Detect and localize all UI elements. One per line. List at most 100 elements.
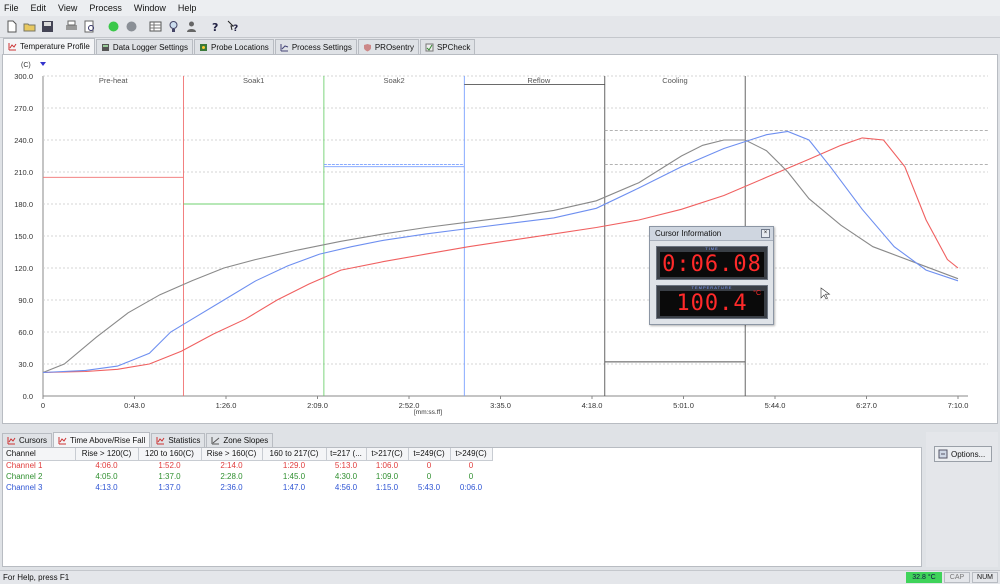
user-icon[interactable] bbox=[183, 19, 199, 35]
column-header[interactable]: Rise > 120(C) bbox=[75, 448, 139, 461]
tab-label: Cursors bbox=[19, 436, 48, 445]
tab-process-settings[interactable]: Process Settings bbox=[274, 39, 357, 54]
right-side-panel: Options... bbox=[926, 432, 998, 567]
logger-icon bbox=[101, 43, 109, 51]
options-icon bbox=[938, 449, 948, 459]
tab-cursors[interactable]: Cursors bbox=[2, 433, 53, 447]
column-header[interactable]: 160 to 217(C) bbox=[262, 448, 327, 461]
chart-icon bbox=[58, 436, 67, 444]
temperature-value: 100.4 bbox=[660, 291, 764, 316]
table-row[interactable]: Channel 1 4:06.0 1:52.0 2:14.0 1:29.0 5:… bbox=[3, 460, 492, 471]
y-tick-label: 60.0 bbox=[18, 328, 33, 337]
status-help-text: For Help, press F1 bbox=[3, 573, 70, 582]
column-header[interactable]: t>217(C) bbox=[366, 448, 409, 461]
y-axis-label: (C) bbox=[21, 62, 31, 69]
temperature-profile-chart[interactable]: 0.0 30.0 60.0 90.0 120.0 150.0 180.0 210.0 240.0… bbox=[2, 54, 998, 424]
chart-icon bbox=[156, 437, 165, 445]
zone-label: Soak2 bbox=[383, 76, 404, 85]
table-cell: Channel 3 bbox=[6, 483, 43, 492]
table-cell: 2:28.0 bbox=[220, 472, 243, 481]
table-cell: 0:06.0 bbox=[459, 483, 483, 492]
menu-view[interactable]: View bbox=[58, 3, 77, 13]
close-icon[interactable]: × bbox=[761, 229, 770, 238]
tab-spcheck[interactable]: SPCheck bbox=[419, 39, 476, 54]
table-cell: 1:15.0 bbox=[375, 483, 399, 492]
column-header[interactable]: 120 to 160(C) bbox=[138, 448, 202, 461]
column-header[interactable]: t=217 (... bbox=[326, 448, 367, 461]
table-cell: Channel 2 bbox=[6, 472, 43, 481]
y-tick-label: 270.0 bbox=[14, 104, 33, 113]
series-line[interactable] bbox=[42, 139, 959, 374]
column-header[interactable]: t>249(C) bbox=[450, 448, 493, 461]
stop-icon[interactable] bbox=[123, 19, 139, 35]
board-icon bbox=[199, 43, 207, 51]
zone-label: Cooling bbox=[662, 76, 687, 85]
temperature-unit: °C bbox=[753, 290, 761, 297]
table-icon[interactable] bbox=[147, 19, 163, 35]
tab-label: Process Settings bbox=[291, 42, 352, 52]
tab-data-logger-settings[interactable]: Data Logger Settings bbox=[95, 39, 193, 54]
x-tick-label: 5:44.0 bbox=[765, 401, 786, 410]
series-line[interactable] bbox=[42, 130, 959, 374]
y-tick-label: 300.0 bbox=[14, 72, 33, 81]
menu-help[interactable]: Help bbox=[178, 3, 197, 13]
status-temperature: 32.8 °C bbox=[906, 572, 942, 583]
options-button[interactable]: Options... bbox=[934, 446, 992, 462]
column-header[interactable]: Rise > 160(C) bbox=[201, 448, 263, 461]
tab-label: Data Logger Settings bbox=[112, 42, 188, 52]
table-row[interactable]: Channel 3 4:13.0 1:37.0 2:36.0 1:47.0 4:… bbox=[3, 482, 492, 493]
y-tick-label: 210.0 bbox=[14, 168, 33, 177]
check-icon bbox=[425, 43, 434, 51]
table-cell: 5:13.0 bbox=[334, 461, 358, 471]
y-tick-label: 120.0 bbox=[14, 264, 33, 273]
table-cell: 2:14.0 bbox=[220, 461, 243, 471]
new-icon[interactable] bbox=[3, 19, 19, 35]
table-cell: 4:05.0 bbox=[95, 472, 118, 481]
chart-canvas[interactable]: 0.0 30.0 60.0 90.0 120.0 150.0 180.0 210.0 240.0… bbox=[3, 55, 997, 423]
open-icon[interactable] bbox=[21, 19, 37, 35]
sort-arrow-icon[interactable] bbox=[40, 62, 46, 66]
x-tick-label: 3:35.0 bbox=[490, 401, 511, 410]
print-icon[interactable] bbox=[63, 19, 79, 35]
x-tick-label: 6:27.0 bbox=[856, 401, 877, 410]
tab-temperature-profile[interactable]: Temperature Profile bbox=[3, 38, 95, 54]
toolbar: ? ? bbox=[0, 16, 1000, 38]
app-window: File Edit View Process Window Help ? ? T… bbox=[0, 0, 1000, 584]
dialog-title: Cursor Information bbox=[655, 229, 722, 238]
tab-prosentry[interactable]: PROsentry bbox=[357, 39, 419, 54]
context-help-icon[interactable]: ? bbox=[225, 19, 241, 35]
series-line[interactable] bbox=[42, 137, 959, 374]
temperature-number: 100.4 bbox=[676, 291, 748, 316]
chart-icon bbox=[8, 43, 17, 51]
tab-statistics[interactable]: Statistics bbox=[151, 433, 206, 447]
temperature-label: TEMPERATURE bbox=[691, 285, 733, 290]
tab-zone-slopes[interactable]: Zone Slopes bbox=[206, 433, 274, 447]
save-icon[interactable] bbox=[39, 19, 55, 35]
x-tick-label: 0:43.0 bbox=[124, 401, 145, 410]
tab-label: PROsentry bbox=[374, 42, 414, 52]
zone-label: Soak1 bbox=[243, 76, 264, 85]
tab-label: SPCheck bbox=[436, 42, 471, 52]
run-green-icon[interactable] bbox=[105, 19, 121, 35]
print-preview-icon[interactable] bbox=[81, 19, 97, 35]
menu-process[interactable]: Process bbox=[89, 3, 122, 13]
table-cell: 0 bbox=[426, 461, 432, 471]
dialog-titlebar[interactable]: Cursor Information × bbox=[650, 227, 773, 241]
status-num: NUM bbox=[972, 572, 998, 583]
probe-icon[interactable] bbox=[165, 19, 181, 35]
cursor-information-dialog[interactable]: Cursor Information × TIME 0:06.08 TEMPER… bbox=[649, 226, 774, 325]
table-cell: 0 bbox=[468, 472, 474, 481]
table-cell: 1:29.0 bbox=[282, 461, 306, 471]
menu-file[interactable]: File bbox=[4, 3, 19, 13]
help-icon[interactable]: ? bbox=[207, 19, 223, 35]
menu-window[interactable]: Window bbox=[134, 3, 166, 13]
menu-edit[interactable]: Edit bbox=[31, 3, 47, 13]
menu-bar: File Edit View Process Window Help bbox=[0, 0, 1000, 16]
table-row[interactable]: Channel 2 4:05.0 1:37.0 2:28.0 1:45.0 4:… bbox=[3, 471, 492, 482]
column-header[interactable]: Channel bbox=[3, 448, 76, 461]
tab-time-above-rise-fall[interactable]: Time Above/Rise Fall bbox=[53, 432, 151, 447]
tab-probe-locations[interactable]: Probe Locations bbox=[193, 39, 274, 54]
svg-text:?: ? bbox=[212, 21, 218, 33]
main-tabs: Temperature Profile Data Logger Settings… bbox=[0, 38, 1000, 54]
column-header[interactable]: t=249(C) bbox=[408, 448, 451, 461]
